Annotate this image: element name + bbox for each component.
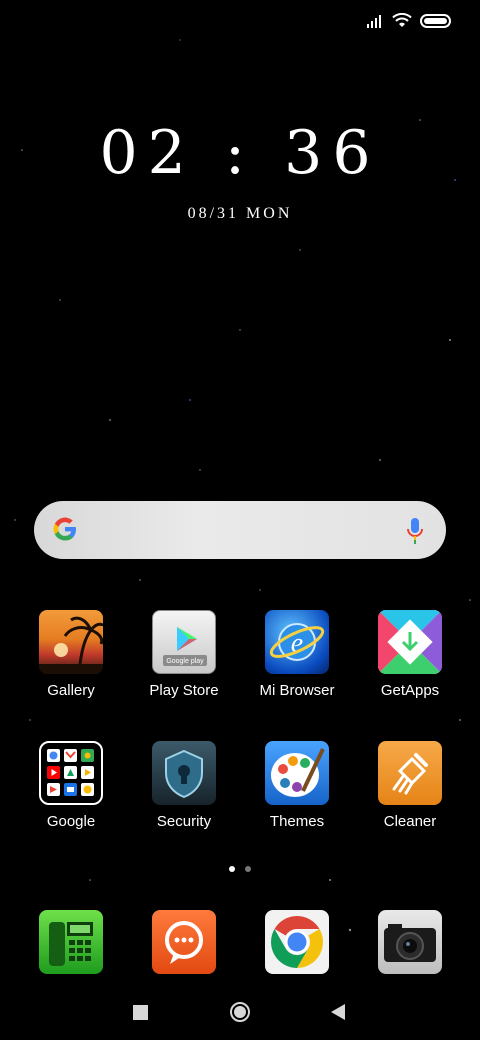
themes-icon — [265, 741, 329, 805]
status-bar — [366, 10, 452, 32]
app-cleaner[interactable]: Cleaner — [360, 741, 460, 830]
app-label: Mi Browser — [259, 682, 335, 699]
app-label: Gallery — [47, 682, 95, 699]
svg-text:Google play: Google play — [166, 658, 204, 665]
app-label: Cleaner — [383, 813, 437, 830]
camera-icon — [378, 910, 442, 974]
back-icon[interactable] — [330, 1003, 346, 1021]
page-dot-active — [229, 866, 235, 872]
lockscreen-clock[interactable]: 02 : 36 — [0, 118, 480, 188]
play-store-icon: Google play — [152, 610, 216, 674]
app-security[interactable]: Security — [134, 741, 234, 830]
lockscreen-date: 08/31 MON — [187, 205, 293, 222]
getapps-icon — [378, 610, 442, 674]
cleaner-icon — [378, 741, 442, 805]
app-google-folder[interactable]: Google — [21, 741, 121, 830]
security-icon — [152, 741, 216, 805]
dock-messages[interactable] — [134, 910, 234, 974]
page-dot — [245, 866, 251, 872]
app-label: Themes — [269, 813, 325, 830]
home-icon[interactable] — [229, 1001, 251, 1023]
messages-icon — [152, 910, 216, 974]
signal-icon — [367, 15, 381, 28]
page-indicator — [0, 866, 480, 872]
app-mi-browser[interactable]: e Mi Browser — [247, 610, 347, 699]
dock-chrome[interactable] — [247, 910, 347, 974]
gallery-icon — [39, 610, 103, 674]
google-logo — [53, 517, 76, 541]
app-themes[interactable]: Themes — [247, 741, 347, 830]
mic-icon[interactable] — [406, 517, 424, 545]
phone-icon — [39, 910, 103, 974]
app-label: GetApps — [380, 682, 440, 699]
app-getapps[interactable]: GetApps — [360, 610, 460, 699]
app-gallery[interactable]: Gallery — [21, 610, 121, 699]
google-folder-icon — [39, 741, 103, 805]
recents-icon[interactable] — [133, 1005, 148, 1020]
dock-camera[interactable] — [360, 910, 460, 974]
wifi-icon — [392, 13, 412, 27]
mi-browser-icon: e — [265, 610, 329, 674]
app-label: Google — [46, 813, 96, 830]
chrome-icon — [265, 910, 329, 974]
battery-icon — [420, 14, 451, 28]
app-play-store[interactable]: Google play Play Store — [134, 610, 234, 699]
navigation-bar — [0, 998, 480, 1026]
google-search-bar[interactable] — [34, 501, 446, 559]
app-label: Security — [156, 813, 212, 830]
dock-phone[interactable] — [21, 910, 121, 974]
app-label: Play Store — [149, 682, 219, 699]
